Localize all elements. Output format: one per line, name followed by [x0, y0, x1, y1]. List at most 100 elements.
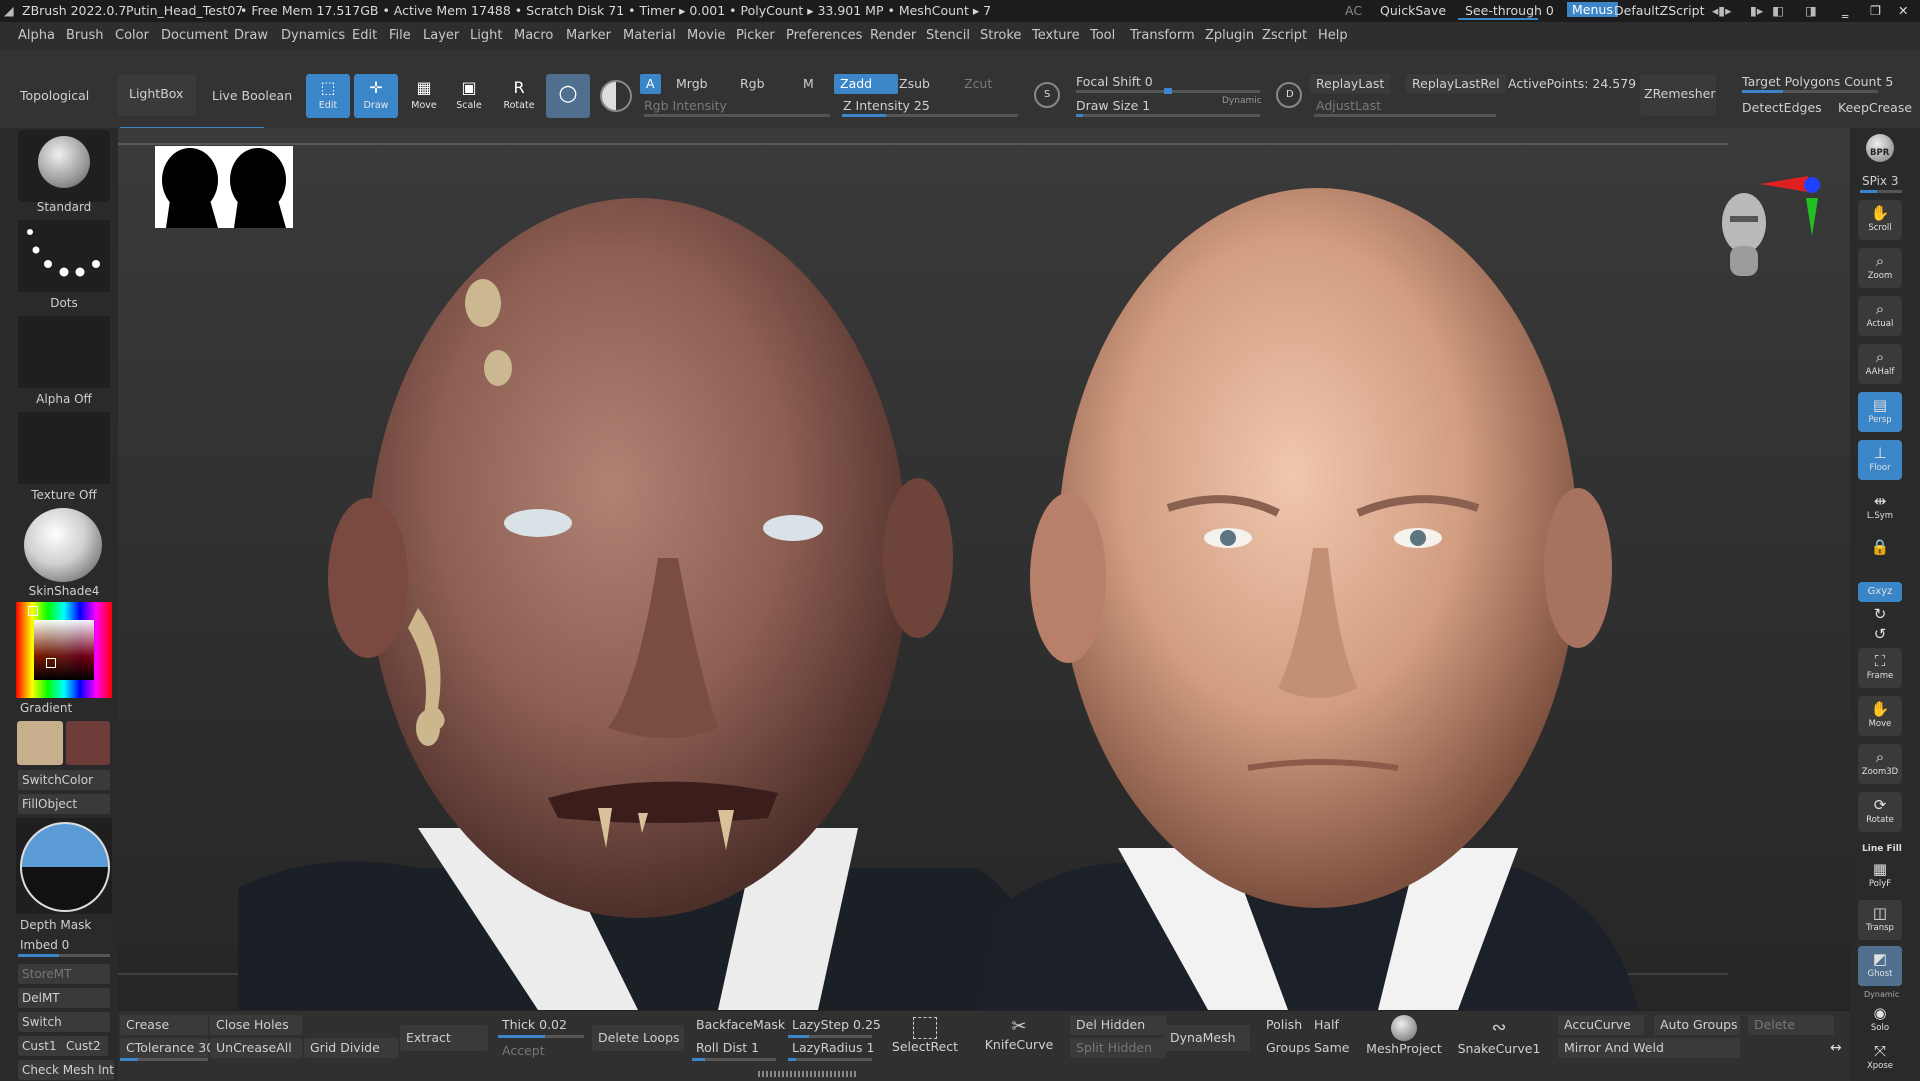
uncrease-all-button[interactable]: UnCreaseAll — [210, 1038, 302, 1058]
replay-last-button[interactable]: ReplayLast — [1310, 74, 1391, 94]
zoom-button[interactable]: ⌕ Zoom — [1858, 248, 1902, 288]
dynamic-toggle[interactable]: Dynamic — [1222, 96, 1262, 106]
material-sphere-button[interactable]: ○ — [546, 74, 590, 118]
live-boolean-button[interactable]: Live Boolean — [212, 88, 292, 103]
lazystep-slider[interactable]: LazyStep 0.25 — [786, 1015, 881, 1035]
topological-button[interactable]: Topological — [20, 88, 89, 103]
menu-brush[interactable]: Brush — [66, 28, 104, 43]
menu-stroke[interactable]: Stroke — [980, 28, 1021, 43]
split-hidden-button[interactable]: Split Hidden — [1070, 1038, 1166, 1058]
focal-shift-handle[interactable] — [1164, 88, 1172, 94]
menu-preferences[interactable]: Preferences — [786, 28, 862, 43]
rgb-button[interactable]: Rgb — [740, 76, 765, 91]
delete-loops-button[interactable]: Delete Loops — [592, 1025, 684, 1051]
lazy-mouse-s-icon[interactable]: S — [1034, 82, 1060, 108]
polish-toggle[interactable]: Polish — [1260, 1015, 1312, 1035]
edit-button[interactable]: ⬚ Edit — [306, 74, 350, 118]
secondary-color-swatch[interactable] — [66, 721, 110, 765]
main-color-swatch[interactable] — [17, 721, 63, 765]
zcut-button[interactable]: Zcut — [964, 76, 992, 91]
roll-dist-slider[interactable]: Roll Dist 1 — [690, 1038, 786, 1058]
z-intensity-slider[interactable]: Z Intensity 25 — [843, 98, 930, 113]
cust1-button[interactable]: Cust1 — [18, 1036, 62, 1056]
ctolerance-slider[interactable]: CTolerance 30 — [120, 1038, 214, 1058]
lsym-button[interactable]: ⇹ L.Sym — [1858, 488, 1902, 528]
menu-edit[interactable]: Edit — [352, 28, 377, 43]
menu-zplugin[interactable]: Zplugin — [1205, 28, 1254, 43]
menu-draw[interactable]: Draw — [234, 28, 268, 43]
menu-texture[interactable]: Texture — [1032, 28, 1080, 43]
del-hidden-button[interactable]: Del Hidden — [1070, 1015, 1166, 1035]
del-mt-button[interactable]: DelMT — [18, 988, 110, 1008]
layout-prev-icon[interactable]: ◂▮▸ — [1712, 3, 1731, 18]
replay-last-rel-button[interactable]: ReplayLastRel — [1406, 74, 1506, 94]
move-button[interactable]: ▦ Move — [402, 74, 446, 118]
snake-curve-button[interactable]: ∾ SnakeCurve1 — [1456, 1015, 1542, 1056]
color-picker-square[interactable] — [34, 620, 94, 680]
lazyradius-slider[interactable]: LazyRadius 1 — [786, 1038, 878, 1058]
adjust-last-slider[interactable]: AdjustLast — [1316, 98, 1381, 113]
backface-mask-button[interactable]: BackfaceMask — [690, 1015, 786, 1035]
move-view-button[interactable]: ✋ Move — [1858, 696, 1902, 736]
layout-next-icon[interactable]: ▮▸ — [1750, 3, 1763, 18]
silhouette-thumbnail[interactable] — [155, 146, 293, 228]
minimize-icon[interactable]: ‗ — [1842, 3, 1848, 18]
polyf-button[interactable]: ▦ PolyF — [1858, 856, 1902, 892]
same-toggle[interactable]: Same — [1308, 1038, 1354, 1058]
half-toggle[interactable]: Half — [1308, 1015, 1354, 1035]
knife-curve-button[interactable]: ✂ KnifeCurve — [984, 1017, 1054, 1053]
m-button[interactable]: M — [803, 76, 814, 91]
close-icon[interactable]: ✕ — [1898, 3, 1908, 18]
menu-marker[interactable]: Marker — [566, 28, 611, 43]
solo-button[interactable]: ◉ Solo — [1858, 1000, 1902, 1034]
lazy-mouse-d-icon[interactable]: D — [1276, 82, 1302, 108]
zadd-button[interactable]: Zadd — [834, 74, 898, 94]
imbed-slider[interactable]: Imbed 0 — [20, 938, 69, 952]
mesh-project-button[interactable]: MeshProject — [1362, 1015, 1446, 1056]
menu-stencil[interactable]: Stencil — [926, 28, 970, 43]
tray-toggle-icon[interactable]: ↔ — [1830, 1041, 1844, 1055]
menu-document[interactable]: Document — [161, 28, 228, 43]
frame-button[interactable]: ⛶ Frame — [1858, 648, 1902, 688]
ui-toggle-icon[interactable]: ◧ — [1772, 3, 1784, 18]
select-rect-button[interactable]: SelectRect — [890, 1017, 960, 1054]
menu-zscript[interactable]: Zscript — [1262, 28, 1307, 43]
rgb-intensity-slider[interactable]: Rgb Intensity — [644, 98, 727, 113]
menu-light[interactable]: Light — [470, 28, 502, 43]
cust2-button[interactable]: Cust2 — [62, 1036, 108, 1056]
menu-tool[interactable]: Tool — [1090, 28, 1115, 43]
spix-slider[interactable]: SPix 3 — [1862, 174, 1898, 188]
menus-toggle[interactable]: Menus — [1567, 2, 1618, 17]
menu-render[interactable]: Render — [870, 28, 916, 43]
menu-alpha[interactable]: Alpha — [18, 28, 55, 43]
menu-transform[interactable]: Transform — [1130, 28, 1195, 43]
color-mode-icon[interactable] — [600, 80, 632, 112]
keep-crease-button[interactable]: KeepCrease — [1838, 100, 1912, 115]
switch-button[interactable]: Switch — [18, 1012, 110, 1032]
persp-button[interactable]: ▤ Persp — [1858, 392, 1902, 432]
rotate-view-button[interactable]: ⟳ Rotate — [1858, 792, 1902, 832]
transp-button[interactable]: ◫ Transp — [1858, 900, 1902, 940]
extract-button[interactable]: Extract — [400, 1025, 488, 1051]
menu-picker[interactable]: Picker — [736, 28, 775, 43]
auto-groups-button[interactable]: Auto Groups — [1654, 1015, 1740, 1035]
store-mt-button[interactable]: StoreMT — [18, 964, 110, 984]
target-polygons-slider[interactable]: Target Polygons Count 5 — [1742, 74, 1893, 89]
a-toggle[interactable]: A — [640, 74, 661, 94]
mirror-and-weld-button[interactable]: Mirror And Weld — [1558, 1038, 1740, 1058]
rotate-button[interactable]: R Rotate — [497, 74, 541, 118]
dynamesh-button[interactable]: DynaMesh — [1164, 1025, 1250, 1051]
groups-toggle[interactable]: Groups — [1260, 1038, 1312, 1058]
actual-button[interactable]: ⌕ Actual — [1858, 296, 1902, 336]
see-through-slider[interactable]: See-through 0 — [1465, 3, 1554, 18]
accept-button[interactable]: Accept — [496, 1041, 580, 1061]
quicksave-button[interactable]: QuickSave — [1380, 3, 1446, 18]
close-holes-button[interactable]: Close Holes — [210, 1015, 302, 1035]
switch-color-button[interactable]: SwitchColor — [18, 770, 110, 790]
delete-button[interactable]: Delete — [1748, 1015, 1834, 1035]
detect-edges-button[interactable]: DetectEdges — [1742, 100, 1822, 115]
mrgb-button[interactable]: Mrgb — [676, 76, 708, 91]
gxyz-button[interactable]: Gxyz — [1858, 582, 1902, 602]
thick-slider[interactable]: Thick 0.02 — [496, 1015, 580, 1035]
alpha-thumbnail[interactable] — [18, 316, 110, 388]
